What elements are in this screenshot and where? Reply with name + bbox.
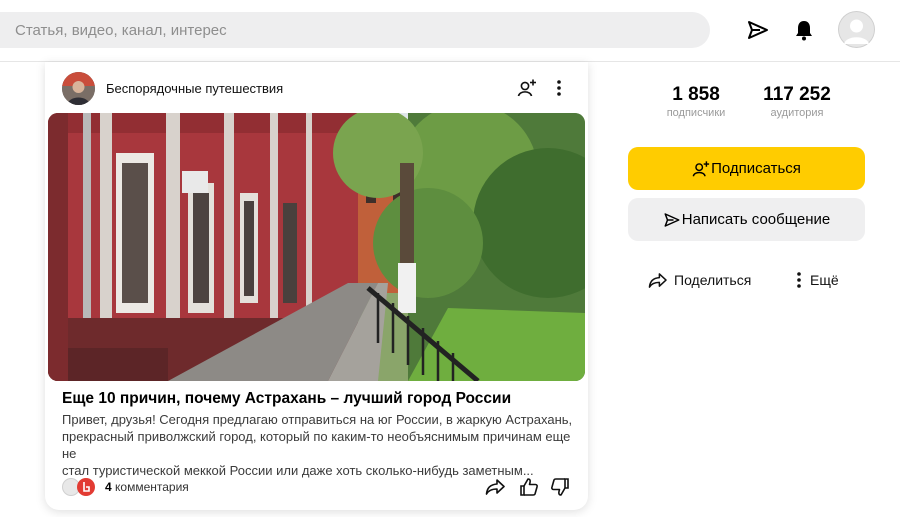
message-button[interactable]: Написать сообщение [628, 198, 865, 241]
post-snippet[interactable]: Привет, друзья! Сегодня предлагаю отправ… [62, 411, 577, 479]
post-title[interactable]: Еще 10 причин, почему Астрахань – лучший… [62, 390, 572, 408]
subscribers-value: 1 858 [672, 84, 720, 105]
audience-stat: 117 252 аудитория [757, 84, 837, 119]
more-button-label: Ещё [810, 272, 839, 288]
comments-label: комментария [115, 480, 189, 494]
dislike-icon[interactable] [549, 476, 571, 498]
subscribe-button-label: Подписаться [711, 160, 801, 177]
channel-avatar[interactable] [62, 72, 95, 105]
commenter-avatar [77, 478, 95, 496]
audience-value: 117 252 [763, 84, 831, 105]
bell-icon[interactable] [791, 17, 817, 43]
message-button-label: Написать сообщение [681, 211, 831, 228]
share-icon[interactable] [484, 476, 506, 498]
top-bar: Статья, видео, канал, интерес [0, 0, 900, 62]
user-avatar-icon [838, 11, 875, 48]
share-icon [648, 272, 667, 288]
subscribe-person-icon[interactable] [516, 77, 538, 99]
post-card[interactable]: Беспорядочные путешествия Еще 10 причин,… [45, 62, 588, 510]
share-button-label: Поделиться [674, 272, 752, 288]
search-input[interactable]: Статья, видео, канал, интерес [0, 12, 710, 48]
comments-count: 4 [105, 480, 112, 494]
send-icon [664, 212, 680, 227]
post-footer: 4 комментария [62, 476, 577, 498]
user-avatar[interactable] [838, 11, 875, 48]
search-placeholder: Статья, видео, канал, интерес [15, 21, 227, 39]
subscribers-label: подписчики [666, 107, 726, 119]
post-header: Беспорядочные путешествия [45, 62, 588, 112]
comments-link[interactable]: 4 комментария [105, 480, 189, 494]
like-icon[interactable] [518, 476, 540, 498]
more-button[interactable]: Ещё [795, 270, 839, 290]
snippet-line: прекрасный приволжский город, который по… [62, 429, 571, 461]
add-person-icon [692, 160, 710, 176]
send-icon[interactable] [745, 17, 771, 43]
share-button[interactable]: Поделиться [648, 270, 751, 290]
subscribers-stat: 1 858 подписчики [660, 84, 732, 119]
audience-label: аудитория [770, 107, 824, 119]
subscribe-button[interactable]: Подписаться [628, 147, 865, 190]
post-cover-image[interactable] [48, 113, 585, 381]
channel-name[interactable]: Беспорядочные путешествия [106, 81, 283, 96]
more-vertical-icon[interactable] [548, 77, 570, 99]
more-vertical-icon [797, 272, 801, 288]
snippet-line: Привет, друзья! Сегодня предлагаю отправ… [62, 412, 573, 427]
